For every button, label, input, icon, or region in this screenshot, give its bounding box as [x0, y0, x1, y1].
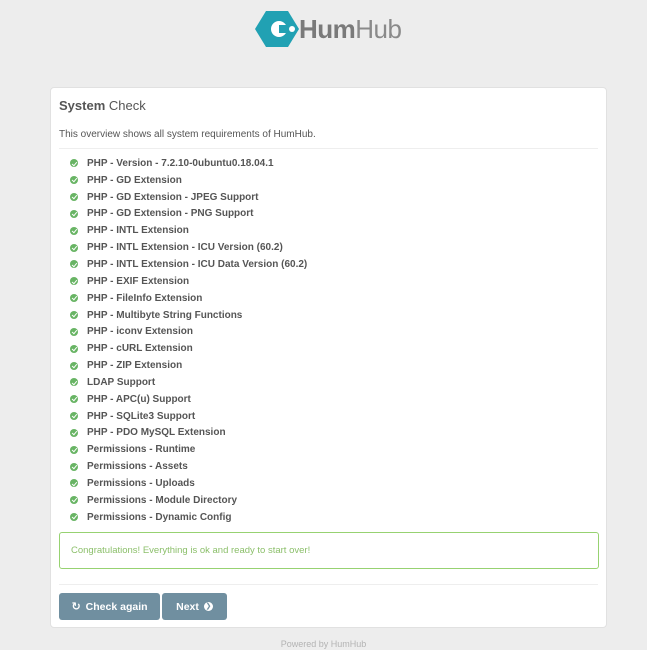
requirement-item: PHP - INTL Extension - ICU Data Version …	[70, 256, 307, 273]
check-circle-icon	[70, 226, 78, 235]
intro-text: This overview shows all system requireme…	[59, 129, 316, 140]
requirement-label: PHP - INTL Extension	[87, 225, 189, 237]
requirement-item: PHP - PDO MySQL Extension	[70, 425, 307, 442]
requirement-label: PHP - iconv Extension	[87, 326, 193, 338]
requirement-label: PHP - GD Extension - JPEG Support	[87, 191, 259, 203]
logo-text-bold: Hum	[299, 14, 356, 44]
requirement-item: Permissions - Module Directory	[70, 492, 307, 509]
requirement-label: Permissions - Uploads	[87, 477, 195, 489]
requirement-label: Permissions - Dynamic Config	[87, 511, 232, 523]
check-circle-icon	[70, 412, 78, 421]
requirement-item: Permissions - Uploads	[70, 475, 307, 492]
check-circle-icon	[70, 344, 78, 353]
requirement-item: PHP - SQLite3 Support	[70, 408, 307, 425]
requirement-label: PHP - EXIF Extension	[87, 275, 190, 287]
system-check-panel: System Check This overview shows all sys…	[50, 87, 607, 628]
check-circle-icon	[70, 277, 78, 286]
check-circle-icon	[70, 327, 78, 336]
requirement-item: Permissions - Runtime	[70, 441, 307, 458]
requirement-item: PHP - GD Extension - PNG Support	[70, 206, 307, 223]
divider	[59, 148, 598, 149]
next-button[interactable]: Next ❯	[162, 593, 227, 620]
panel-title-bold: System	[59, 98, 106, 113]
requirement-item: PHP - GD Extension	[70, 172, 307, 189]
requirement-label: PHP - PDO MySQL Extension	[87, 427, 226, 439]
requirement-item: PHP - iconv Extension	[70, 323, 307, 340]
requirement-item: PHP - INTL Extension	[70, 222, 307, 239]
requirement-label: PHP - GD Extension - PNG Support	[87, 208, 254, 220]
check-circle-icon	[70, 294, 78, 303]
check-circle-icon	[70, 361, 78, 370]
requirement-label: PHP - Multibyte String Functions	[87, 309, 243, 321]
check-circle-icon	[70, 513, 78, 522]
divider	[59, 584, 598, 585]
requirement-label: PHP - INTL Extension - ICU Version (60.2…	[87, 242, 283, 254]
requirement-label: PHP - GD Extension	[87, 174, 182, 186]
requirement-item: PHP - GD Extension - JPEG Support	[70, 189, 307, 206]
success-alert: Congratulations! Everything is ok and re…	[59, 532, 599, 569]
check-circle-icon	[70, 462, 78, 471]
next-label: Next	[176, 600, 199, 613]
check-circle-icon	[70, 428, 78, 437]
check-circle-icon	[70, 159, 78, 168]
panel-title: System Check	[59, 98, 146, 113]
requirement-label: PHP - SQLite3 Support	[87, 410, 196, 422]
requirement-label: PHP - INTL Extension - ICU Data Version …	[87, 258, 308, 270]
requirement-item: PHP - ZIP Extension	[70, 357, 307, 374]
panel-title-rest: Check	[108, 98, 146, 113]
requirement-item: PHP - EXIF Extension	[70, 273, 307, 290]
requirement-label: PHP - ZIP Extension	[87, 360, 183, 372]
check-circle-icon	[70, 260, 78, 269]
requirement-label: PHP - FileInfo Extension	[87, 292, 203, 304]
check-circle-icon	[70, 311, 78, 320]
requirement-label: Permissions - Module Directory	[87, 494, 238, 506]
requirement-item: PHP - APC(u) Support	[70, 391, 307, 408]
requirement-item: Permissions - Assets	[70, 458, 307, 475]
check-circle-icon	[70, 445, 78, 454]
humhub-logo-icon	[255, 9, 301, 49]
check-circle-icon	[70, 193, 78, 202]
check-again-button[interactable]: ↻ Check again	[59, 593, 160, 620]
arrow-circle-right-icon: ❯	[203, 602, 213, 611]
footer-powered-by: Powered by HumHub	[280, 639, 367, 649]
requirement-label: PHP - Version - 7.2.10-0ubuntu0.18.04.1	[87, 157, 274, 169]
check-circle-icon	[70, 378, 78, 387]
requirement-item: LDAP Support	[70, 374, 307, 391]
humhub-logo: HumHub	[255, 9, 405, 49]
requirement-item: PHP - Multibyte String Functions	[70, 307, 307, 324]
requirement-label: PHP - APC(u) Support	[87, 393, 191, 405]
logo-wordmark: HumHub	[299, 9, 402, 49]
requirement-item: PHP - INTL Extension - ICU Version (60.2…	[70, 239, 307, 256]
requirement-item: PHP - FileInfo Extension	[70, 290, 307, 307]
requirement-label: Permissions - Assets	[87, 461, 188, 473]
check-circle-icon	[70, 209, 78, 218]
check-circle-icon	[70, 395, 78, 404]
refresh-icon: ↻	[71, 601, 81, 613]
requirement-label: PHP - cURL Extension	[87, 343, 193, 355]
check-circle-icon	[70, 496, 78, 505]
requirement-item: Permissions - Dynamic Config	[70, 509, 307, 526]
check-circle-icon	[70, 243, 78, 252]
requirement-label: Permissions - Runtime	[87, 444, 196, 456]
requirements-list: PHP - Version - 7.2.10-0ubuntu0.18.04.1 P…	[70, 155, 307, 526]
requirement-item: PHP - cURL Extension	[70, 340, 307, 357]
check-circle-icon	[70, 479, 78, 488]
requirement-item: PHP - Version - 7.2.10-0ubuntu0.18.04.1	[70, 155, 307, 172]
check-again-label: Check again	[85, 600, 148, 613]
logo-text-light: Hub	[355, 14, 402, 44]
requirement-label: LDAP Support	[87, 376, 156, 388]
check-circle-icon	[70, 176, 78, 185]
